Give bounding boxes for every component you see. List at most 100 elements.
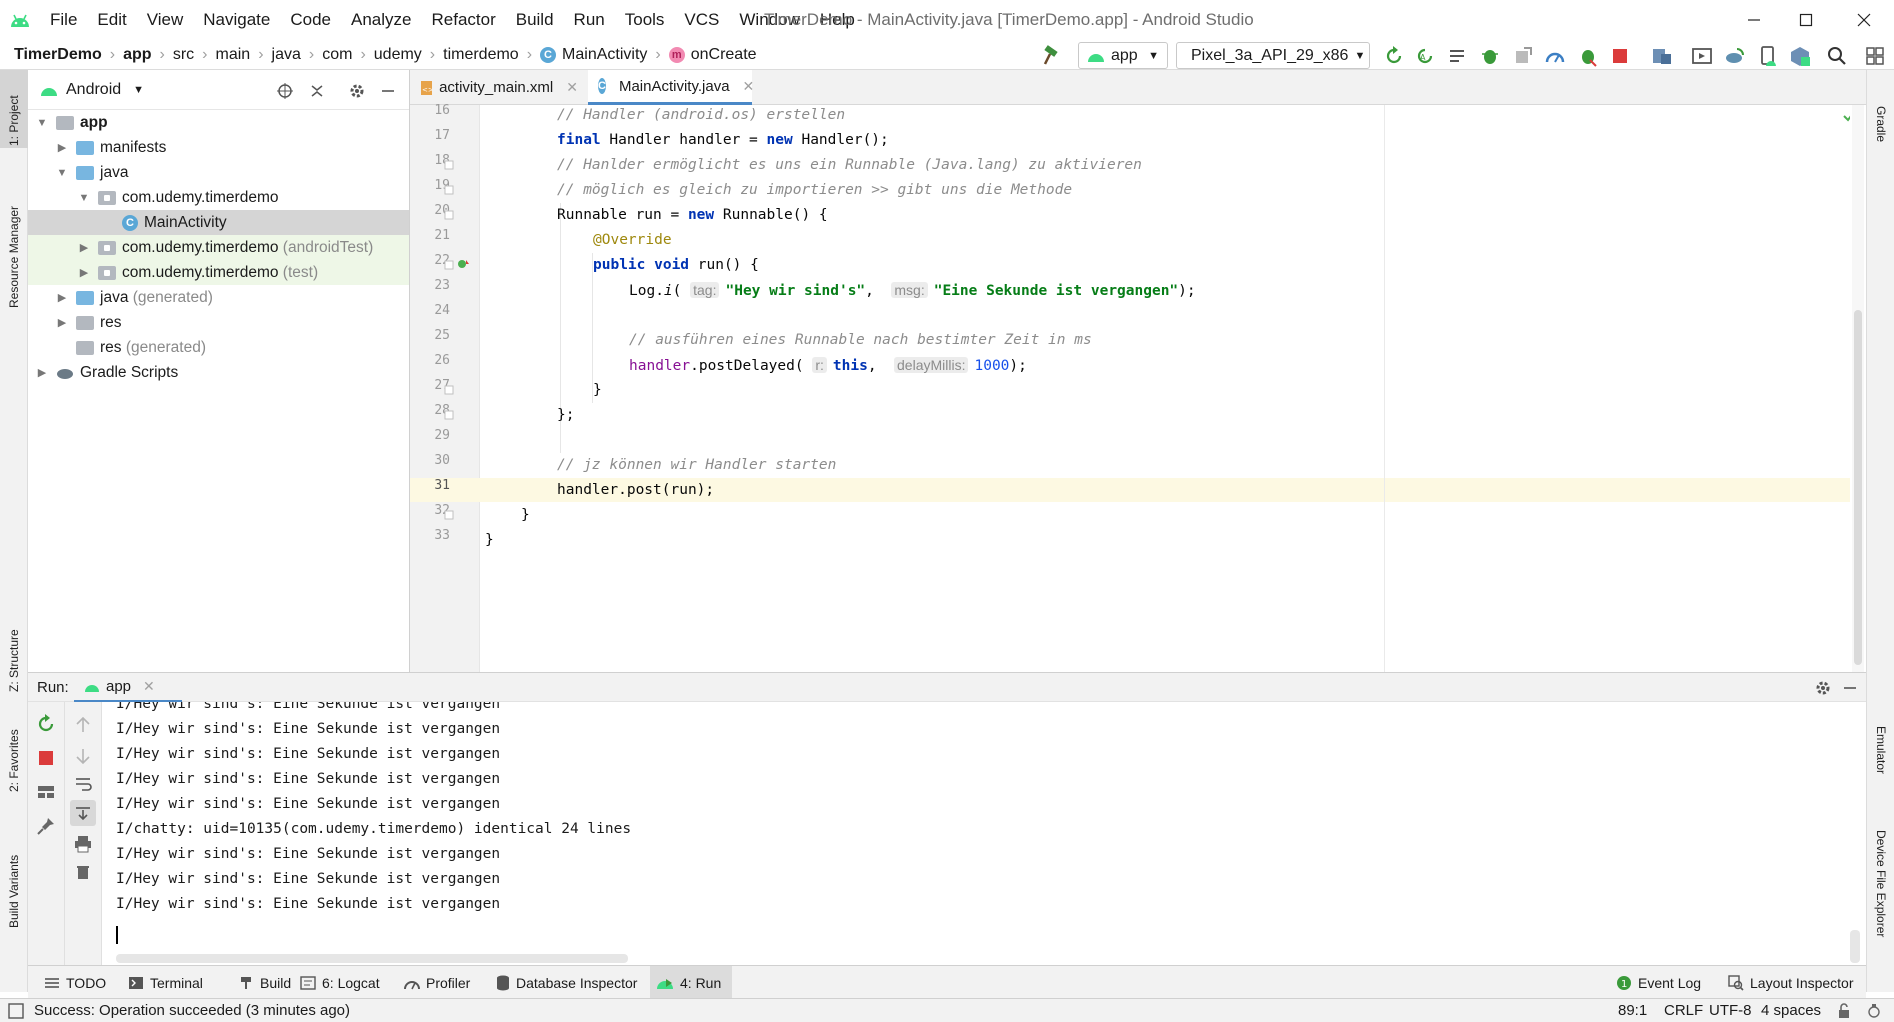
arrow-down-icon[interactable] xyxy=(74,747,92,765)
expand-right-icon[interactable]: ▶ xyxy=(78,242,90,254)
tab-logcat[interactable]: 6: Logcat xyxy=(294,966,386,999)
tab-emulator[interactable]: Emulator xyxy=(1874,726,1888,774)
tree-item-app[interactable]: ▼ app xyxy=(28,110,409,135)
tab-layout-inspector[interactable]: Layout Inspector xyxy=(1722,966,1860,999)
close-window-button[interactable] xyxy=(1836,0,1892,40)
menu-navigate[interactable]: Navigate xyxy=(193,10,280,30)
stop-icon[interactable] xyxy=(36,748,56,768)
tab-todo[interactable]: TODO xyxy=(38,966,112,999)
status-toggle-icon[interactable] xyxy=(8,1002,24,1019)
scroll-to-end-toggle[interactable] xyxy=(70,800,96,826)
override-method-icon[interactable] xyxy=(456,257,470,271)
breadcrumb-module[interactable]: app xyxy=(119,46,155,64)
breadcrumb-method[interactable]: m onCreate xyxy=(665,46,761,64)
console-vertical-scrollbar[interactable] xyxy=(1850,930,1860,963)
run-console-output[interactable]: I/Hey wir sind's: Eine Sekunde ist verga… xyxy=(102,702,1866,965)
fold-marker-icon[interactable] xyxy=(444,385,454,395)
chevron-down-icon[interactable]: ▼ xyxy=(133,84,144,96)
project-view-select[interactable]: Android xyxy=(66,81,121,99)
arrow-up-icon[interactable] xyxy=(74,716,92,734)
attach-debugger-icon[interactable] xyxy=(1512,45,1534,67)
caret-position[interactable]: 89:1 xyxy=(1618,1002,1647,1019)
menu-code[interactable]: Code xyxy=(280,10,341,30)
breadcrumb-timerdemo[interactable]: timerdemo xyxy=(439,46,523,64)
maximize-button[interactable] xyxy=(1778,0,1834,40)
expand-right-icon[interactable]: ▶ xyxy=(78,267,90,279)
tree-item-java-generated[interactable]: ▶ java (generated) xyxy=(28,285,409,310)
tab-build[interactable]: Build xyxy=(232,966,297,999)
gear-icon[interactable] xyxy=(1814,679,1832,697)
avd-manager-icon[interactable] xyxy=(1757,45,1779,67)
close-tab-icon[interactable]: ✕ xyxy=(566,79,578,96)
search-icon[interactable] xyxy=(1826,45,1848,67)
fold-marker-icon[interactable] xyxy=(444,160,454,170)
tree-item-manifests[interactable]: ▶ manifests xyxy=(28,135,409,160)
fold-marker-icon[interactable] xyxy=(444,185,454,195)
expand-right-icon[interactable]: ▶ xyxy=(56,142,68,154)
menu-analyze[interactable]: Analyze xyxy=(341,10,421,30)
tab-database-inspector[interactable]: Database Inspector xyxy=(490,966,643,999)
soft-wrap-icon[interactable] xyxy=(74,775,92,793)
project-structure-icon[interactable] xyxy=(1651,45,1673,67)
fold-marker-icon[interactable] xyxy=(444,510,454,520)
run-anything-icon[interactable] xyxy=(1691,45,1713,67)
menu-tools[interactable]: Tools xyxy=(615,10,675,30)
hide-panel-icon[interactable] xyxy=(1842,679,1858,697)
hide-panel-icon[interactable] xyxy=(380,82,396,100)
minimize-button[interactable] xyxy=(1726,0,1782,40)
layout-grid-icon[interactable] xyxy=(1864,45,1886,67)
fold-marker-icon[interactable] xyxy=(444,210,454,220)
sync-list-icon[interactable] xyxy=(1447,45,1469,67)
menu-view[interactable]: View xyxy=(137,10,194,30)
expand-down-icon[interactable]: ▼ xyxy=(56,167,68,179)
no-problems-check-icon[interactable] xyxy=(1842,109,1850,123)
tab-project[interactable]: 1: Project xyxy=(7,95,21,146)
breadcrumb-class[interactable]: C MainActivity xyxy=(536,46,651,64)
apply-changes-restart-icon[interactable] xyxy=(1383,45,1405,67)
expand-right-icon[interactable]: ▶ xyxy=(36,367,48,379)
profiler-icon[interactable] xyxy=(1544,45,1566,67)
tab-mainactivity-java[interactable]: C MainActivity.java ✕ xyxy=(588,70,754,105)
breadcrumb-java[interactable]: java xyxy=(268,46,305,64)
attach-process-bug-icon[interactable] xyxy=(1577,45,1599,67)
expand-right-icon[interactable]: ▶ xyxy=(56,292,68,304)
breadcrumb-project[interactable]: TimerDemo xyxy=(0,46,106,64)
status-message[interactable]: Success: Operation succeeded (3 minutes … xyxy=(34,1002,350,1019)
locate-target-icon[interactable] xyxy=(276,82,294,100)
debug-bug-icon[interactable] xyxy=(1479,45,1501,67)
run-config-select[interactable]: app ▼ xyxy=(1078,42,1168,69)
tree-item-gradle-scripts[interactable]: ▶ Gradle Scripts xyxy=(28,360,409,385)
menu-run[interactable]: Run xyxy=(564,10,615,30)
breadcrumb-main[interactable]: main xyxy=(212,46,255,64)
apply-code-changes-icon[interactable]: A xyxy=(1414,45,1436,67)
gear-icon[interactable] xyxy=(348,82,366,100)
gradle-sync-icon[interactable] xyxy=(1723,45,1745,67)
trash-icon[interactable] xyxy=(74,862,92,880)
fold-marker-icon[interactable] xyxy=(444,260,454,270)
editor-vertical-scrollbar[interactable] xyxy=(1852,105,1864,672)
tree-item-package-test[interactable]: ▶ com.udemy.timerdemo (test) xyxy=(28,260,409,285)
tab-structure[interactable]: Z: Structure xyxy=(7,629,21,692)
pin-icon[interactable] xyxy=(36,816,56,836)
tree-item-package-main[interactable]: ▼ com.udemy.timerdemo xyxy=(28,185,409,210)
tab-profiler[interactable]: Profiler xyxy=(398,966,476,999)
tab-gradle[interactable]: Gradle xyxy=(1874,106,1888,142)
tab-event-log[interactable]: 1 Event Log xyxy=(1610,966,1707,999)
tab-run[interactable]: 4: Run xyxy=(650,966,732,999)
tab-activity-main-xml[interactable]: <> activity_main.xml ✕ xyxy=(410,70,588,105)
menu-refactor[interactable]: Refactor xyxy=(421,10,505,30)
device-select[interactable]: Pixel_3a_API_29_x86 ▼ xyxy=(1176,42,1370,69)
tree-item-res-generated[interactable]: res (generated) xyxy=(28,335,409,360)
tree-item-java[interactable]: ▼ java xyxy=(28,160,409,185)
expand-right-icon[interactable]: ▶ xyxy=(56,317,68,329)
breadcrumb-com[interactable]: com xyxy=(318,46,356,64)
layout-icon[interactable] xyxy=(36,782,56,802)
fold-marker-icon[interactable] xyxy=(444,410,454,420)
scroll-thumb[interactable] xyxy=(1854,310,1862,665)
sdk-manager-icon[interactable] xyxy=(1789,45,1811,67)
stop-icon[interactable] xyxy=(1609,45,1631,67)
close-tab-icon[interactable]: ✕ xyxy=(143,678,155,695)
make-project-hammer-icon[interactable] xyxy=(1041,45,1063,67)
indent-setting[interactable]: 4 spaces xyxy=(1761,1002,1821,1019)
breadcrumb-src[interactable]: src xyxy=(169,46,198,64)
